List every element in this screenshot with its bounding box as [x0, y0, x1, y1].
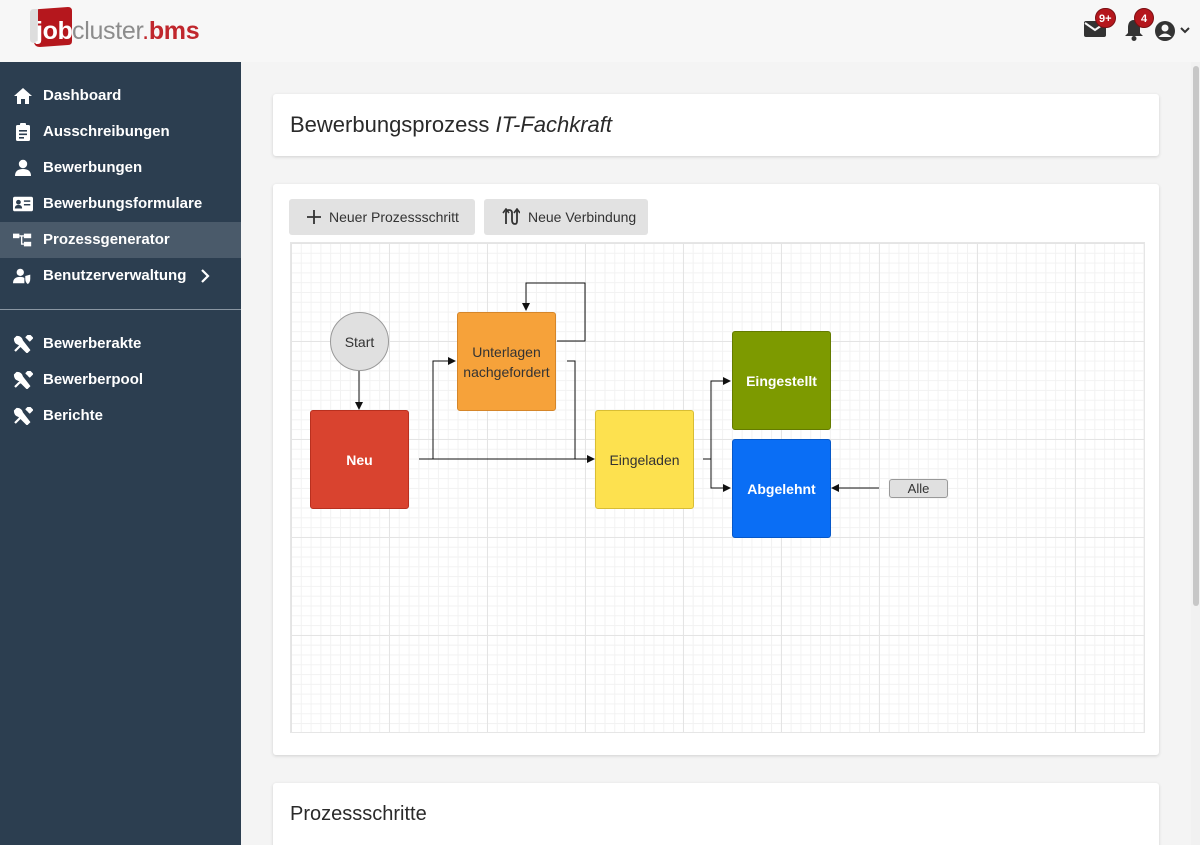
diagram-node-neu-label: Neu: [346, 451, 373, 468]
sidebar-item-label: Bewerberakte: [43, 335, 142, 352]
sidebar-item-label: Bewerbungen: [43, 159, 143, 176]
logo-prefix: job: [36, 17, 73, 45]
logo-dot: .: [142, 17, 149, 45]
home-icon: [14, 88, 32, 104]
diagram-node-eingestellt[interactable]: Eingestellt: [732, 331, 831, 430]
diagram-node-abgelehnt[interactable]: Abgelehnt: [732, 439, 831, 538]
sidebar: Dashboard Ausschreibungen Bewerbungen Be…: [0, 62, 241, 845]
logo-name: cluster: [72, 17, 143, 45]
user-circle-icon: [1155, 21, 1190, 41]
user-shield-icon: [13, 268, 31, 285]
title-card: Bewerbungsprozess IT-Fachkraft: [273, 94, 1159, 156]
page-title: Bewerbungsprozess IT-Fachkraft: [290, 112, 612, 138]
chevron-right-icon: [201, 269, 210, 283]
sidebar-item-ausschreibungen[interactable]: Ausschreibungen: [0, 114, 241, 150]
diagram-connectors: [355, 282, 879, 492]
diagram-node-eingeladen[interactable]: Eingeladen: [595, 410, 694, 509]
sidebar-item-berichte[interactable]: Berichte: [0, 398, 241, 434]
diagram-node-unterlagen-label-1: Unterlagen: [472, 343, 541, 360]
page-title-prefix: Bewerbungsprozess: [290, 112, 490, 137]
new-process-step-button[interactable]: Neuer Prozessschritt: [289, 199, 475, 235]
user-icon: [15, 159, 31, 176]
section-title: Prozessschritte: [290, 803, 427, 825]
sidebar-item-bewerberpool[interactable]: Bewerberpool: [0, 362, 241, 398]
new-process-step-label: Neuer Prozessschritt: [329, 209, 459, 225]
tools-icon: [13, 407, 33, 425]
clipboard-icon: [16, 123, 30, 141]
new-connection-button[interactable]: Neue Verbindung: [484, 199, 648, 235]
sidebar-item-label: Prozessgenerator: [43, 231, 170, 248]
id-card-icon: [13, 196, 33, 212]
diagram-node-abgelehnt-label: Abgelehnt: [747, 480, 816, 497]
page-title-process-name: IT-Fachkraft: [495, 112, 613, 137]
top-bar: job cluster.bms 9+ 4: [0, 0, 1200, 62]
diagram-node-start[interactable]: Start: [330, 312, 389, 371]
diagram-node-unterlagen-label-2: nachgefordert: [463, 363, 550, 380]
sidebar-item-dashboard[interactable]: Dashboard: [0, 78, 241, 114]
jobcluster-logo[interactable]: job cluster.bms: [20, 5, 240, 49]
diagram-node-alle-label: Alle: [907, 480, 930, 496]
user-menu-button[interactable]: [1154, 20, 1194, 47]
diagram-node-eingeladen-label: Eingeladen: [609, 451, 680, 468]
tools-icon: [13, 371, 33, 389]
new-connection-label: Neue Verbindung: [528, 209, 637, 225]
diagram-node-unterlagen-nachgefordert[interactable]: Unterlagen nachgefordert: [457, 312, 556, 411]
diagram-node-eingestellt-label: Eingestellt: [746, 372, 817, 389]
sidebar-item-label: Bewerberpool: [43, 371, 144, 388]
notification-count-badge: 4: [1134, 8, 1154, 28]
process-steps-card: Prozessschritte: [273, 783, 1159, 845]
page-scrollbar-thumb[interactable]: [1193, 66, 1199, 606]
sidebar-item-label: Ausschreibungen: [43, 123, 170, 140]
chevron-down-icon: [1180, 27, 1190, 34]
sidebar-item-bewerberakte[interactable]: Bewerberakte: [0, 326, 241, 362]
process-diagram-canvas[interactable]: Start Neu Unterlagen nachgefordert Einge…: [290, 242, 1145, 733]
sitemap-icon: [13, 233, 32, 247]
sidebar-item-bewerbungen[interactable]: Bewerbungen: [0, 150, 241, 186]
logo-suffix: bms: [148, 17, 200, 45]
sidebar-item-prozessgenerator[interactable]: Prozessgenerator: [0, 222, 241, 258]
sidebar-item-label: Dashboard: [43, 87, 122, 104]
connector-eingeladen-abgelehnt: [710, 459, 731, 492]
connector-eingeladen-eingestellt: [703, 377, 731, 460]
route-icon: [502, 208, 520, 225]
sidebar-divider: [0, 309, 241, 310]
tools-icon: [13, 335, 33, 353]
sidebar-item-label: Berichte: [43, 407, 104, 424]
connector-unterlagen-eingeladen: [567, 360, 576, 459]
sidebar-item-benutzerverwaltung[interactable]: Benutzerverwaltung: [0, 258, 241, 294]
process-editor-card: Neuer Prozessschritt Neue Verbindung Sta…: [273, 184, 1159, 755]
diagram-node-start-label: Start: [344, 333, 375, 350]
diagram-node-neu[interactable]: Neu: [310, 410, 409, 509]
sidebar-item-label: Bewerbungsformulare: [43, 195, 203, 212]
plus-icon: [307, 210, 321, 224]
sidebar-item-bewerbungsformulare[interactable]: Bewerbungsformulare: [0, 186, 241, 222]
sidebar-item-label: Benutzerverwaltung: [43, 267, 187, 284]
connector-neu-unterlagen: [432, 357, 456, 459]
diagram-node-alle[interactable]: Alle: [889, 479, 948, 498]
mail-count-badge: 9+: [1095, 8, 1116, 28]
